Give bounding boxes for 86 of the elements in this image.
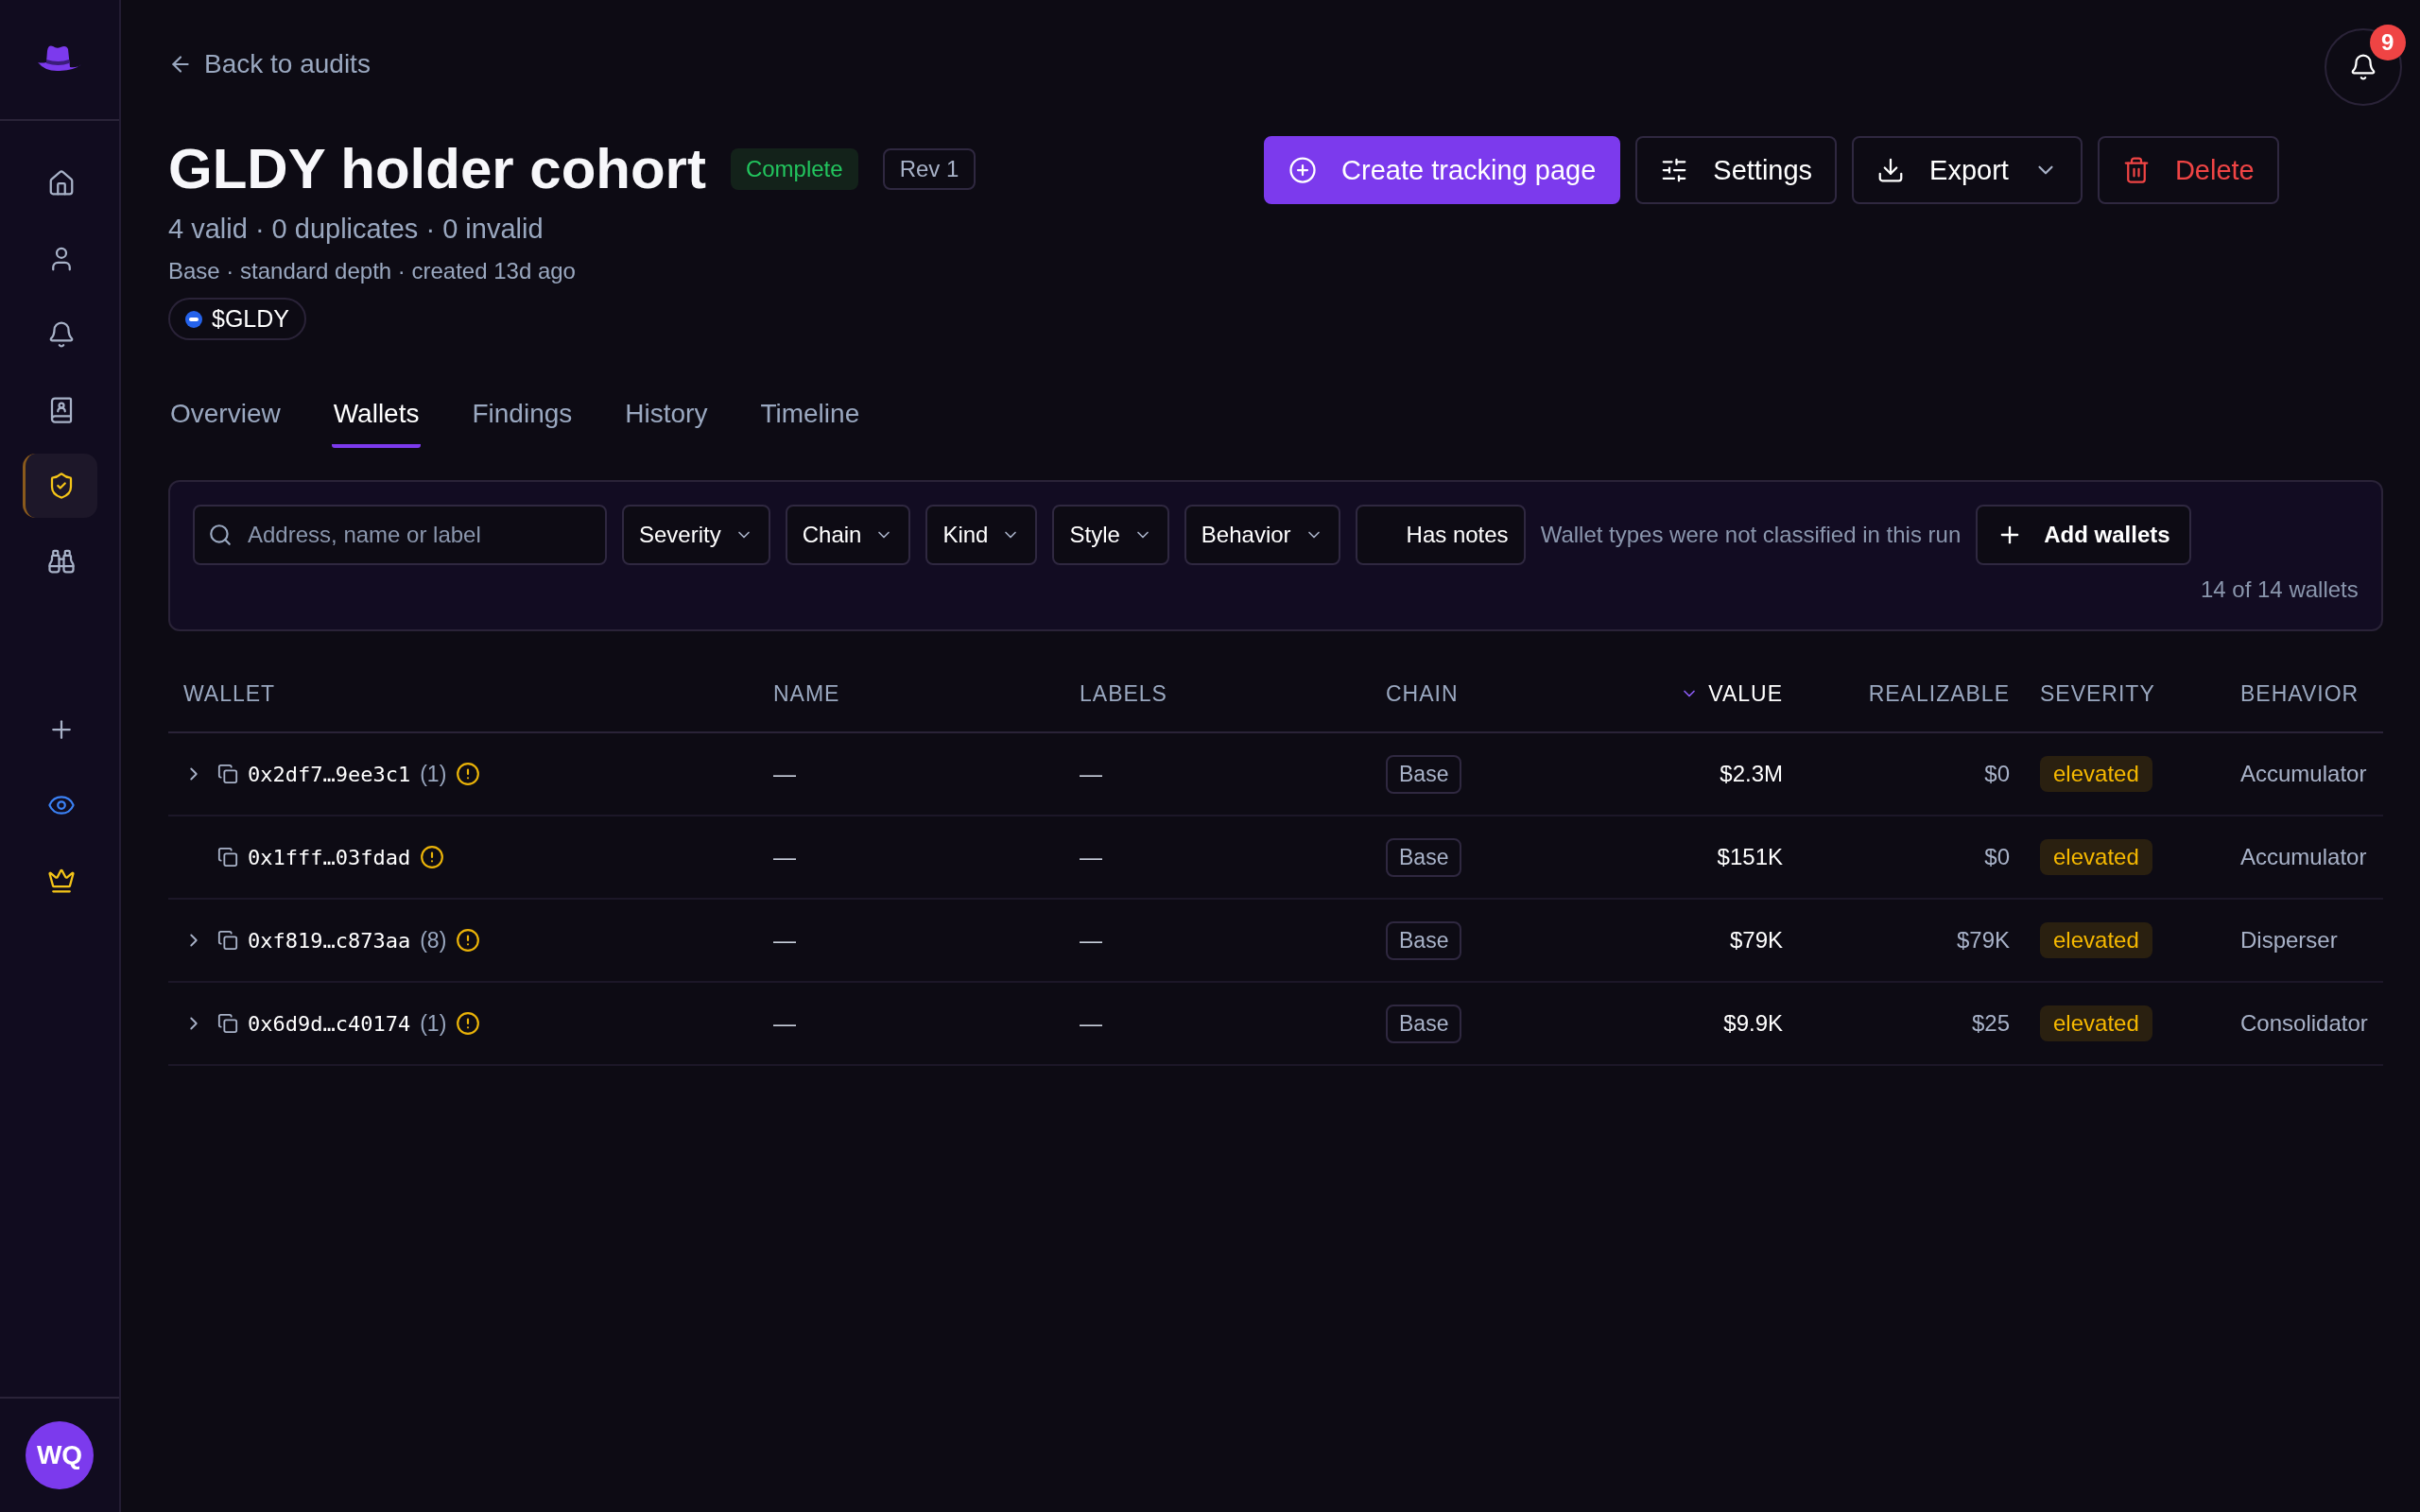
- labels-cell-text: —: [1079, 927, 1103, 954]
- column-header[interactable]: SEVERITY: [2040, 680, 2155, 707]
- behavior-cell-text: Accumulator: [2239, 761, 2368, 787]
- tab[interactable]: Wallets: [331, 389, 422, 448]
- warning-icon: [456, 762, 481, 786]
- back-link[interactable]: Back to audits: [168, 49, 371, 79]
- labels-cell-text: —: [1079, 761, 1103, 787]
- action-button[interactable]: Export: [1852, 136, 2083, 204]
- crown-icon: [46, 867, 76, 895]
- plus-circle-icon: [1288, 156, 1318, 184]
- wallet-address: 0xf819…c873aa: [248, 928, 411, 953]
- filter-dropdown[interactable]: Kind: [925, 505, 1038, 565]
- behavior-cell-text: Consolidator: [2239, 1010, 2369, 1037]
- filter-dropdown[interactable]: Severity: [622, 505, 770, 565]
- cluster-count: (1): [420, 761, 447, 787]
- realizable-cell-text: $0: [1983, 844, 2011, 870]
- column-header[interactable]: NAME: [773, 680, 840, 707]
- wallet-address: 0x2df7…9ee3c1: [248, 762, 411, 786]
- labels-cell-text: —: [1079, 1010, 1103, 1037]
- column-header[interactable]: CHAIN: [1386, 680, 1459, 707]
- cluster-count: (8): [420, 927, 447, 954]
- copy-icon[interactable]: [217, 847, 238, 868]
- action-button[interactable]: Create tracking page: [1264, 136, 1621, 204]
- tab[interactable]: Overview: [168, 389, 283, 448]
- name-cell-text: —: [772, 761, 797, 787]
- user-avatar[interactable]: WQ: [26, 1421, 94, 1489]
- severity-tag: elevated: [2040, 839, 2152, 875]
- back-link-text: Back to audits: [204, 49, 371, 79]
- wallet-address: 0x6d9d…c40174: [248, 1011, 411, 1036]
- column-header[interactable]: BEHAVIOR: [2240, 680, 2360, 707]
- search-icon: [208, 523, 233, 547]
- wallet-summary: 4 valid · 0 duplicates · 0 invalid: [168, 214, 544, 245]
- chain-tag: Base: [1386, 837, 1462, 877]
- page-title: GLDY holder cohort: [168, 136, 706, 202]
- token-symbol: $GLDY: [212, 305, 289, 333]
- has-notes-toggle[interactable]: Has notes: [1355, 505, 1526, 565]
- name-cell-text: —: [772, 927, 797, 954]
- warning-icon: [420, 845, 445, 869]
- column-header[interactable]: REALIZABLE: [1868, 680, 2010, 707]
- chain-tag: Base: [1386, 1004, 1462, 1043]
- sidebar-item[interactable]: [22, 454, 97, 518]
- copy-icon[interactable]: [217, 764, 238, 784]
- search-field[interactable]: Address, name or label: [193, 505, 607, 565]
- name-cell-text: —: [772, 1010, 797, 1037]
- filter-dropdown[interactable]: Chain: [785, 505, 911, 565]
- copy-icon[interactable]: [217, 1013, 238, 1034]
- filter-dropdown[interactable]: Style: [1052, 505, 1169, 565]
- realizable-cell-text: $79K: [1955, 927, 2011, 954]
- tab[interactable]: Findings: [470, 389, 575, 448]
- column-header[interactable]: VALUE: [1708, 680, 1783, 707]
- cluster-count: (1): [420, 1010, 447, 1037]
- filter-dropdown[interactable]: Behavior: [1184, 505, 1340, 565]
- add-wallets-button[interactable]: Add wallets: [1976, 505, 2191, 565]
- copy-icon[interactable]: [217, 930, 238, 951]
- behavior-cell-text: Accumulator: [2239, 844, 2368, 870]
- severity-tag: elevated: [2040, 756, 2152, 792]
- chain-tag: Base: [1386, 754, 1462, 794]
- tab[interactable]: History: [623, 389, 710, 448]
- severity-tag: elevated: [2040, 1005, 2152, 1041]
- notification-count: 9: [2369, 25, 2406, 60]
- value-cell-text: $79K: [1728, 927, 1784, 954]
- action-button[interactable]: Delete: [2097, 136, 2279, 204]
- value-cell-text: $2.3M: [1719, 761, 1784, 787]
- wallet-count: 14 of 14 wallets: [2200, 576, 2359, 603]
- realizable-cell-text: $0: [1983, 761, 2011, 787]
- severity-tag: elevated: [2040, 922, 2152, 958]
- warning-icon: [456, 928, 481, 953]
- action-button[interactable]: Settings: [1635, 136, 1838, 204]
- labels-cell-text: —: [1079, 844, 1103, 870]
- column-header[interactable]: WALLET: [183, 680, 276, 707]
- revision-badge: Rev 1: [882, 148, 977, 190]
- chain-tag: Base: [1386, 920, 1462, 960]
- name-cell-text: —: [772, 844, 797, 870]
- value-cell-text: $151K: [1716, 844, 1784, 870]
- value-cell-text: $9.9K: [1722, 1010, 1784, 1037]
- wallet-address: 0x1fff…03fdad: [248, 845, 411, 869]
- status-badge: Complete: [730, 148, 858, 190]
- behavior-cell-text: Disperser: [2239, 927, 2339, 954]
- column-header[interactable]: LABELS: [1080, 680, 1167, 707]
- audit-meta: Base · standard depth · created 13d ago: [168, 258, 577, 284]
- token-icon: [185, 310, 202, 328]
- tab[interactable]: Timeline: [758, 389, 862, 448]
- classification-note: Wallet types were not classified in this run: [1540, 522, 1962, 548]
- warning-icon: [456, 1011, 481, 1036]
- realizable-cell-text: $25: [1970, 1010, 2011, 1037]
- binoculars-icon: [46, 547, 76, 576]
